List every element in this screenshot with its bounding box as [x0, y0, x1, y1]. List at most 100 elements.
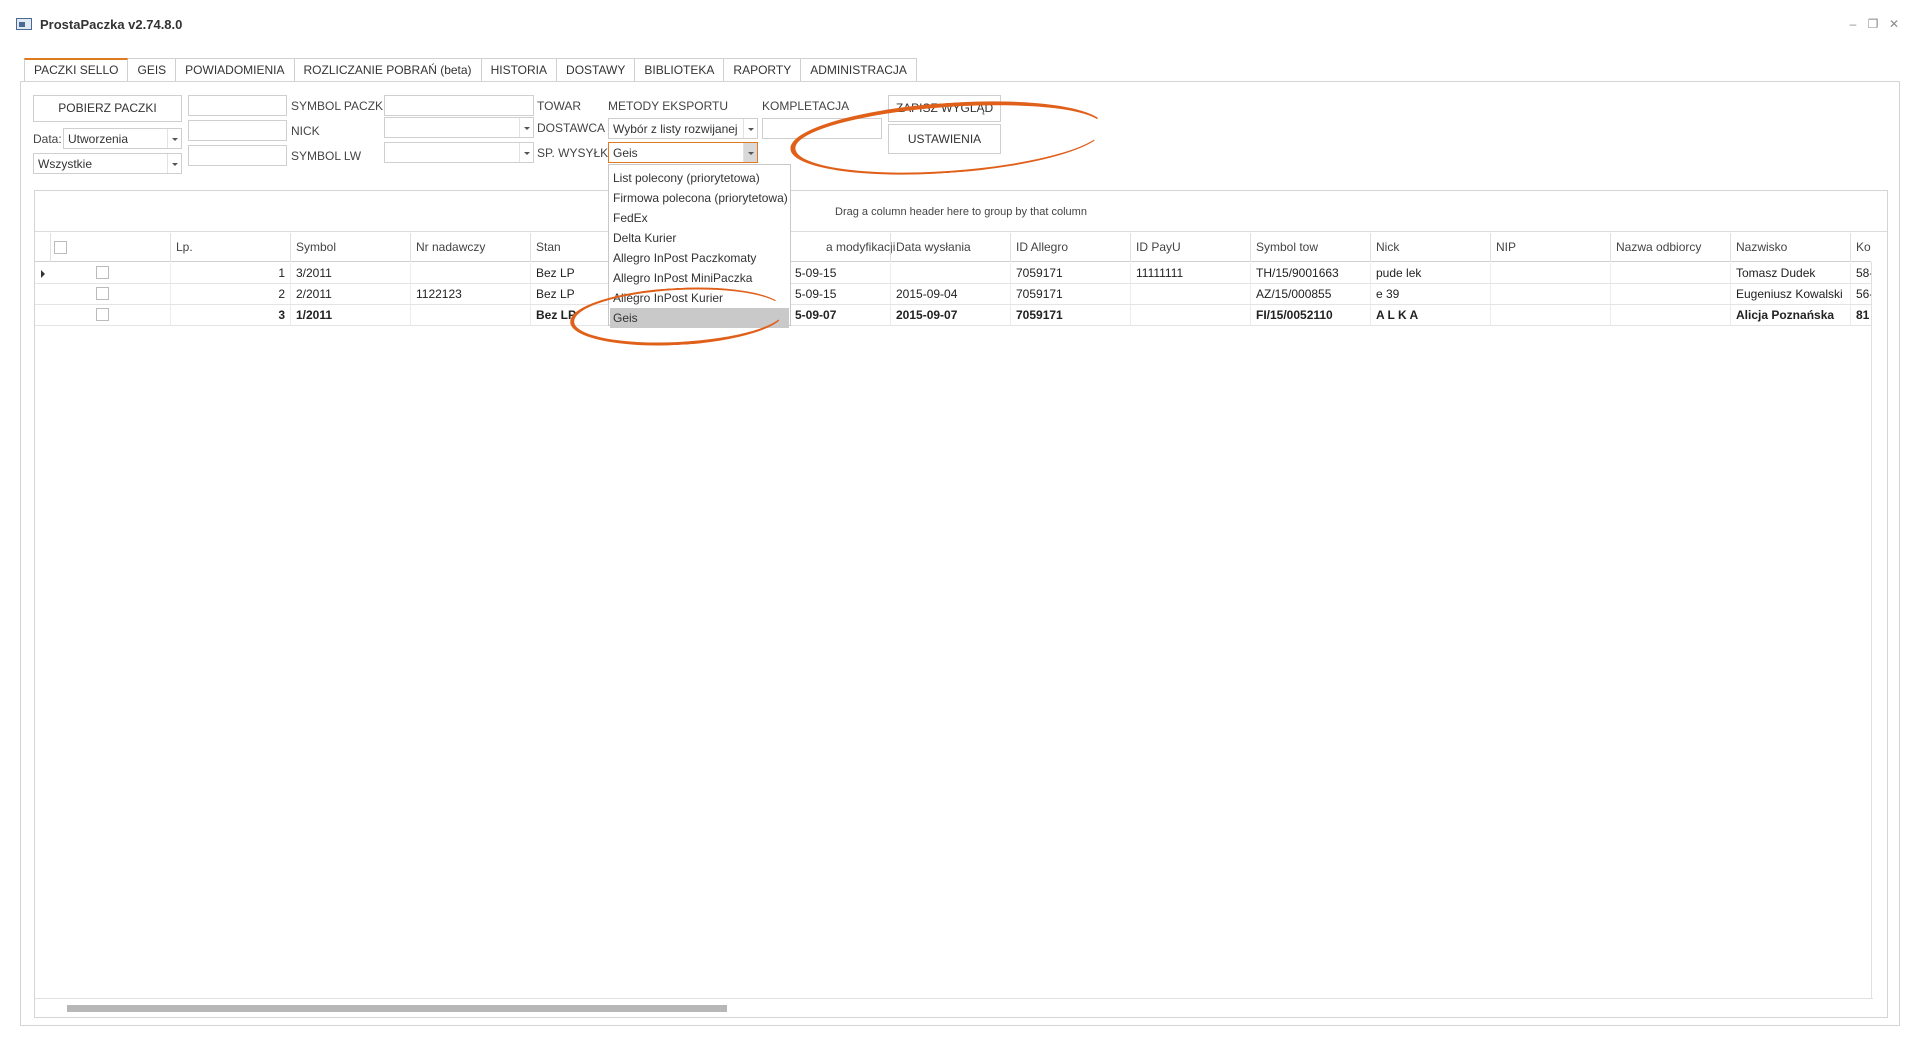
tab-historia[interactable]: HISTORIA [481, 58, 558, 82]
tab-raporty[interactable]: RAPORTY [724, 58, 802, 82]
table-row[interactable]: 3 1/2011 Bez LP 5-09-07 2015-09-07 70591… [35, 305, 1871, 326]
header-data-wyslania[interactable]: Data wysłania [890, 233, 1010, 262]
cell-data-modyfikacji: 5-09-07 [795, 308, 837, 322]
cell-symbol-tow: AZ/15/000855 [1250, 284, 1370, 304]
chevron-down-icon[interactable] [167, 129, 181, 148]
horizontal-scroll-thumb[interactable] [67, 1005, 727, 1012]
sp-wysylki-combo[interactable]: Geis [608, 142, 758, 163]
dropdown-option-selected[interactable]: Geis [610, 308, 789, 328]
symbol-paczki-label: SYMBOL PACZKI [291, 99, 387, 113]
header-nazwa-odbiorcy[interactable]: Nazwa odbiorcy [1610, 233, 1730, 262]
header-nr-nadawczy[interactable]: Nr nadawczy [410, 233, 530, 262]
header-nip[interactable]: NIP [1490, 233, 1610, 262]
vertical-scrollbar[interactable] [1871, 262, 1888, 998]
kompletacja-label: KOMPLETACJA [762, 99, 850, 113]
tab-dostawy[interactable]: DOSTAWY [557, 58, 636, 82]
header-symbol-tow[interactable]: Symbol tow [1250, 233, 1370, 262]
chevron-down-icon[interactable] [519, 118, 533, 137]
nick-combo[interactable] [384, 117, 534, 138]
text-field-3[interactable] [188, 145, 287, 166]
cell-nip [1490, 305, 1610, 325]
tab-administracja[interactable]: ADMINISTRACJA [801, 58, 917, 82]
header-id-payu[interactable]: ID PayU [1130, 233, 1250, 262]
header-nick[interactable]: Nick [1370, 233, 1490, 262]
cell-nr-nadawczy: 1122123 [410, 284, 530, 304]
header-id-allegro[interactable]: ID Allegro [1010, 233, 1130, 262]
group-by-panel[interactable]: Drag a column header here to group by th… [35, 191, 1887, 232]
header-select-all[interactable] [50, 233, 170, 262]
chevron-down-icon[interactable] [743, 143, 757, 162]
table-row[interactable]: 1 3/2011 Bez LP 5-09-15 7059171 11111111… [35, 263, 1871, 284]
dostawca-label: DOSTAWCA [537, 121, 605, 135]
cell-symbol-tow: TH/15/9001663 [1250, 263, 1370, 283]
close-button[interactable]: ✕ [1884, 15, 1904, 33]
cell-nazwisko: Tomasz Dudek [1730, 263, 1850, 283]
date-type-combo[interactable]: Utworzenia [63, 128, 182, 149]
ustawienia-button[interactable]: USTAWIENIA [888, 124, 1001, 154]
symbol-lw-combo[interactable] [384, 142, 534, 163]
app-window-icon [16, 18, 32, 30]
kompletacja-input[interactable] [762, 118, 882, 139]
dropdown-option[interactable]: Allegro InPost MiniPaczka [610, 268, 789, 288]
tab-paczki-sello[interactable]: PACZKI SELLO [24, 58, 129, 82]
horizontal-scrollbar[interactable] [35, 998, 1873, 1017]
cell-nip [1490, 263, 1610, 283]
cell-nr-nadawczy [410, 263, 530, 283]
pobierz-paczki-button[interactable]: POBIERZ PACZKI [33, 95, 182, 122]
date-type-value: Utworzenia [68, 132, 129, 146]
cell-nazwisko: Eugeniusz Kowalski [1730, 284, 1850, 304]
header-lp[interactable]: Lp. [170, 233, 290, 262]
cell-nazwa-odbiorcy [1610, 263, 1730, 283]
cell-id-payu [1130, 284, 1250, 304]
main-tabs: PACZKI SELLO GEIS POWIADOMIENIA ROZLICZA… [24, 58, 917, 82]
dropdown-option[interactable]: FedEx [610, 208, 789, 228]
cell-data-modyfikacji: 5-09-15 [795, 287, 837, 301]
minimize-button[interactable]: – [1843, 15, 1863, 33]
cell-id-allegro: 7059171 [1010, 263, 1130, 283]
cell-nazwa-odbiorcy [1610, 284, 1730, 304]
text-field-2[interactable] [188, 120, 287, 141]
title-bar: ProstaPaczka v2.74.8.0 – ❐ ✕ [0, 0, 1920, 50]
cell-data-wyslania: 2015-09-07 [890, 305, 1010, 325]
cell-nazwa-odbiorcy [1610, 305, 1730, 325]
cell-data-modyfikacji: 5-09-15 [795, 266, 837, 280]
symbol-paczki-input[interactable] [384, 95, 534, 116]
header-nazwisko[interactable]: Nazwisko [1730, 233, 1850, 262]
text-field-1[interactable] [188, 95, 287, 116]
row-checkbox[interactable] [96, 266, 109, 279]
cell-nick: A L K A [1370, 305, 1490, 325]
chevron-down-icon[interactable] [167, 154, 181, 173]
status-value: Wszystkie [38, 157, 92, 171]
date-label: Data: [33, 132, 62, 146]
chevron-down-icon[interactable] [519, 143, 533, 162]
metody-eksportu-combo[interactable]: Wybór z listy rozwijanej [608, 118, 758, 139]
status-combo[interactable]: Wszystkie [33, 153, 182, 174]
nick-label: NICK [291, 124, 320, 138]
dropdown-option[interactable]: Delta Kurier [610, 228, 789, 248]
packages-grid: Drag a column header here to group by th… [34, 190, 1888, 1018]
cell-lp: 2 [170, 284, 290, 304]
metody-eksportu-value: Wybór z listy rozwijanej [613, 122, 738, 136]
dropdown-option[interactable]: Allegro InPost Kurier [610, 288, 789, 308]
cell-nick: pude lek [1370, 263, 1490, 283]
row-checkbox[interactable] [96, 287, 109, 300]
table-row[interactable]: 2 2/2011 1122123 Bez LP 5-09-15 2015-09-… [35, 284, 1871, 305]
group-by-hint: Drag a column header here to group by th… [835, 206, 1087, 218]
zapisz-wyglad-button[interactable]: ZAPISZ WYGLĄD [888, 95, 1001, 122]
sp-wysylki-label: SP. WYSYŁKI [537, 146, 612, 160]
tab-rozliczanie-pobran[interactable]: ROZLICZANIE POBRAŃ (beta) [294, 58, 482, 82]
header-symbol[interactable]: Symbol [290, 233, 410, 262]
tab-powiadomienia[interactable]: POWIADOMIENIA [176, 58, 295, 82]
dropdown-option[interactable]: List polecony (priorytetowa) [610, 168, 789, 188]
tab-biblioteka[interactable]: BIBLIOTEKA [635, 58, 725, 82]
dropdown-option[interactable]: Allegro InPost Paczkomaty [610, 248, 789, 268]
dropdown-option[interactable]: Firmowa polecona (priorytetowa) [610, 188, 789, 208]
header-ko[interactable]: Ko [1850, 233, 1871, 262]
row-checkbox[interactable] [96, 308, 109, 321]
restore-button[interactable]: ❐ [1863, 15, 1883, 33]
row-indicator-icon [41, 270, 45, 278]
cell-ko: 56- [1850, 284, 1871, 304]
chevron-down-icon[interactable] [743, 119, 757, 138]
select-all-checkbox[interactable] [54, 241, 67, 254]
tab-geis[interactable]: GEIS [128, 58, 177, 82]
